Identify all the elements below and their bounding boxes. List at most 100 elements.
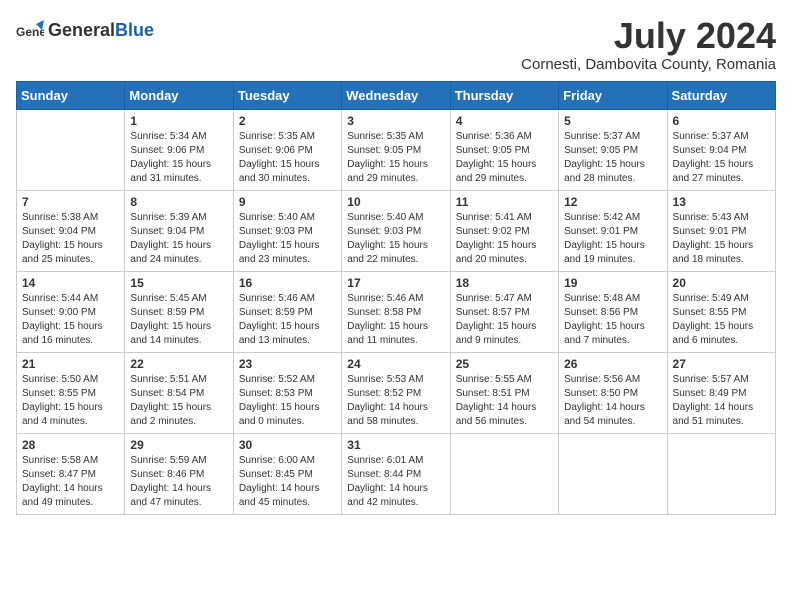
- day-info: Sunrise: 5:57 AMSunset: 8:49 PMDaylight:…: [673, 373, 770, 429]
- weekday-header-saturday: Saturday: [667, 81, 775, 109]
- day-info: Sunrise: 5:56 AMSunset: 8:50 PMDaylight:…: [564, 373, 661, 429]
- logo: General GeneralBlue: [16, 16, 154, 44]
- day-number: 13: [673, 195, 770, 209]
- day-info: Sunrise: 5:49 AMSunset: 8:55 PMDaylight:…: [673, 292, 770, 348]
- calendar-day-3: 3Sunrise: 5:35 AMSunset: 9:05 PMDaylight…: [342, 109, 450, 190]
- calendar-day-11: 11Sunrise: 5:41 AMSunset: 9:02 PMDayligh…: [450, 190, 558, 271]
- day-number: 19: [564, 276, 661, 290]
- day-info: Sunrise: 5:37 AMSunset: 9:05 PMDaylight:…: [564, 130, 661, 186]
- day-number: 28: [22, 438, 119, 452]
- calendar-day-6: 6Sunrise: 5:37 AMSunset: 9:04 PMDaylight…: [667, 109, 775, 190]
- day-number: 1: [130, 114, 227, 128]
- calendar-day-22: 22 Sunrise: 5:51 AMSunset: 8:54 PMDayligh…: [125, 352, 233, 433]
- calendar-day-1: 1 Sunrise: 5:34 AMSunset: 9:06 PMDaylight…: [125, 109, 233, 190]
- day-info: Sunrise: 5:52 AMSunset: 8:53 PMDaylight:…: [239, 373, 336, 429]
- day-number: 24: [347, 357, 444, 371]
- calendar-day-15: 15 Sunrise: 5:45 AMSunset: 8:59 PMDayligh…: [125, 271, 233, 352]
- calendar-week-row: 7 Sunrise: 5:38 AMSunset: 9:04 PMDaylight…: [17, 190, 776, 271]
- calendar-day-7: 7 Sunrise: 5:38 AMSunset: 9:04 PMDaylight…: [17, 190, 125, 271]
- logo-blue: Blue: [115, 20, 154, 40]
- calendar-day-17: 17Sunrise: 5:46 AMSunset: 8:58 PMDayligh…: [342, 271, 450, 352]
- day-info: Sunrise: 5:46 AMSunset: 8:58 PMDaylight:…: [347, 292, 444, 348]
- day-number: 15: [130, 276, 227, 290]
- day-number: 29: [130, 438, 227, 452]
- day-info: Sunrise: 5:41 AMSunset: 9:02 PMDaylight:…: [456, 211, 553, 267]
- calendar-day-20: 20 Sunrise: 5:49 AMSunset: 8:55 PMDayligh…: [667, 271, 775, 352]
- calendar-day-24: 24 Sunrise: 5:53 AMSunset: 8:52 PMDayligh…: [342, 352, 450, 433]
- day-info: Sunrise: 5:44 AMSunset: 9:00 PMDaylight:…: [22, 292, 119, 348]
- day-info: Sunrise: 5:35 AMSunset: 9:06 PMDaylight:…: [239, 130, 336, 186]
- day-number: 14: [22, 276, 119, 290]
- calendar-empty-cell: [450, 433, 558, 514]
- day-number: 20: [673, 276, 770, 290]
- day-number: 6: [673, 114, 770, 128]
- day-info: Sunrise: 5:55 AMSunset: 8:51 PMDaylight:…: [456, 373, 553, 429]
- day-info: Sunrise: 5:50 AMSunset: 8:55 PMDaylight:…: [22, 373, 119, 429]
- day-info: Sunrise: 6:00 AMSunset: 8:45 PMDaylight:…: [239, 454, 336, 510]
- calendar-empty-cell: [17, 109, 125, 190]
- calendar-table: SundayMondayTuesdayWednesdayThursdayFrid…: [16, 81, 776, 515]
- day-number: 9: [239, 195, 336, 209]
- calendar-day-18: 18 Sunrise: 5:47 AMSunset: 8:57 PMDayligh…: [450, 271, 558, 352]
- calendar-day-26: 26 Sunrise: 5:56 AMSunset: 8:50 PMDayligh…: [559, 352, 667, 433]
- calendar-week-row: 14 Sunrise: 5:44 AMSunset: 9:00 PMDayligh…: [17, 271, 776, 352]
- day-number: 12: [564, 195, 661, 209]
- calendar-day-29: 29Sunrise: 5:59 AMSunset: 8:46 PMDayligh…: [125, 433, 233, 514]
- day-info: Sunrise: 6:01 AMSunset: 8:44 PMDaylight:…: [347, 454, 444, 510]
- calendar-day-30: 30 Sunrise: 6:00 AMSunset: 8:45 PMDayligh…: [233, 433, 341, 514]
- calendar-day-4: 4 Sunrise: 5:36 AMSunset: 9:05 PMDaylight…: [450, 109, 558, 190]
- calendar-day-5: 5 Sunrise: 5:37 AMSunset: 9:05 PMDaylight…: [559, 109, 667, 190]
- day-number: 23: [239, 357, 336, 371]
- day-number: 3: [347, 114, 444, 128]
- calendar-day-10: 10 Sunrise: 5:40 AMSunset: 9:03 PMDayligh…: [342, 190, 450, 271]
- day-info: Sunrise: 5:34 AMSunset: 9:06 PMDaylight:…: [130, 130, 227, 186]
- weekday-header-thursday: Thursday: [450, 81, 558, 109]
- day-number: 5: [564, 114, 661, 128]
- weekday-header-tuesday: Tuesday: [233, 81, 341, 109]
- day-info: Sunrise: 5:39 AMSunset: 9:04 PMDaylight:…: [130, 211, 227, 267]
- day-info: Sunrise: 5:38 AMSunset: 9:04 PMDaylight:…: [22, 211, 119, 267]
- calendar-day-21: 21Sunrise: 5:50 AMSunset: 8:55 PMDayligh…: [17, 352, 125, 433]
- page-header: General GeneralBlue July 2024 Cornesti, …: [16, 16, 776, 73]
- calendar-day-13: 13Sunrise: 5:43 AMSunset: 9:01 PMDayligh…: [667, 190, 775, 271]
- day-number: 27: [673, 357, 770, 371]
- calendar-day-25: 25Sunrise: 5:55 AMSunset: 8:51 PMDayligh…: [450, 352, 558, 433]
- day-info: Sunrise: 5:51 AMSunset: 8:54 PMDaylight:…: [130, 373, 227, 429]
- day-info: Sunrise: 5:58 AMSunset: 8:47 PMDaylight:…: [22, 454, 119, 510]
- logo-general: General: [48, 20, 115, 40]
- day-info: Sunrise: 5:47 AMSunset: 8:57 PMDaylight:…: [456, 292, 553, 348]
- month-year-title: July 2024: [521, 16, 776, 56]
- day-info: Sunrise: 5:40 AMSunset: 9:03 PMDaylight:…: [239, 211, 336, 267]
- logo-icon: General: [16, 16, 44, 44]
- calendar-week-row: 21Sunrise: 5:50 AMSunset: 8:55 PMDayligh…: [17, 352, 776, 433]
- calendar-week-row: 1 Sunrise: 5:34 AMSunset: 9:06 PMDaylight…: [17, 109, 776, 190]
- day-info: Sunrise: 5:45 AMSunset: 8:59 PMDaylight:…: [130, 292, 227, 348]
- day-info: Sunrise: 5:53 AMSunset: 8:52 PMDaylight:…: [347, 373, 444, 429]
- day-info: Sunrise: 5:42 AMSunset: 9:01 PMDaylight:…: [564, 211, 661, 267]
- day-info: Sunrise: 5:40 AMSunset: 9:03 PMDaylight:…: [347, 211, 444, 267]
- calendar-day-8: 8Sunrise: 5:39 AMSunset: 9:04 PMDaylight…: [125, 190, 233, 271]
- calendar-day-28: 28 Sunrise: 5:58 AMSunset: 8:47 PMDayligh…: [17, 433, 125, 514]
- day-number: 16: [239, 276, 336, 290]
- calendar-day-9: 9 Sunrise: 5:40 AMSunset: 9:03 PMDaylight…: [233, 190, 341, 271]
- day-number: 10: [347, 195, 444, 209]
- day-number: 7: [22, 195, 119, 209]
- day-info: Sunrise: 5:36 AMSunset: 9:05 PMDaylight:…: [456, 130, 553, 186]
- day-number: 18: [456, 276, 553, 290]
- day-number: 22: [130, 357, 227, 371]
- day-number: 30: [239, 438, 336, 452]
- location-subtitle: Cornesti, Dambovita County, Romania: [521, 56, 776, 73]
- day-info: Sunrise: 5:46 AMSunset: 8:59 PMDaylight:…: [239, 292, 336, 348]
- day-number: 31: [347, 438, 444, 452]
- day-info: Sunrise: 5:48 AMSunset: 8:56 PMDaylight:…: [564, 292, 661, 348]
- calendar-day-2: 2 Sunrise: 5:35 AMSunset: 9:06 PMDaylight…: [233, 109, 341, 190]
- day-number: 26: [564, 357, 661, 371]
- day-number: 4: [456, 114, 553, 128]
- calendar-week-row: 28 Sunrise: 5:58 AMSunset: 8:47 PMDayligh…: [17, 433, 776, 514]
- calendar-day-14: 14 Sunrise: 5:44 AMSunset: 9:00 PMDayligh…: [17, 271, 125, 352]
- weekday-header-monday: Monday: [125, 81, 233, 109]
- calendar-day-12: 12 Sunrise: 5:42 AMSunset: 9:01 PMDayligh…: [559, 190, 667, 271]
- title-block: July 2024 Cornesti, Dambovita County, Ro…: [521, 16, 776, 73]
- calendar-header-row: SundayMondayTuesdayWednesdayThursdayFrid…: [17, 81, 776, 109]
- day-number: 2: [239, 114, 336, 128]
